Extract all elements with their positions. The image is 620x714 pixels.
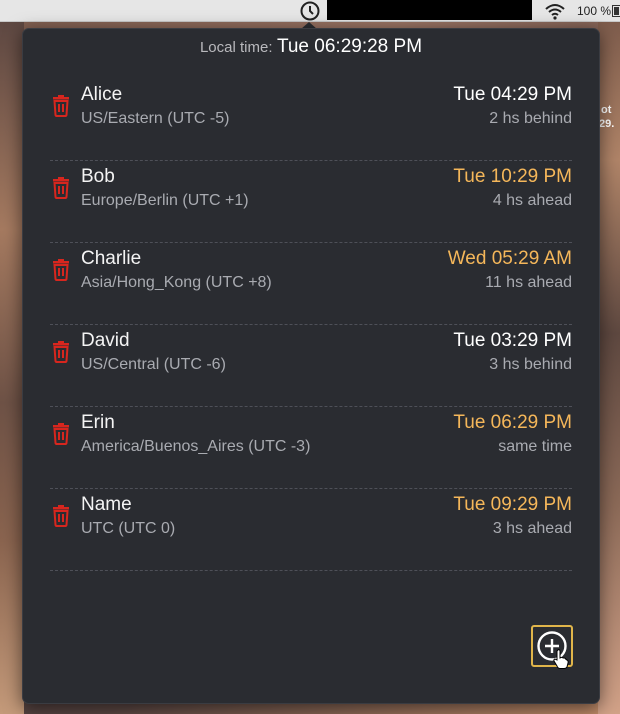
person-timezone: Europe/Berlin (UTC +1) — [81, 192, 249, 209]
person-row: Alice US/Eastern (UTC -5) Tue 04:29 PM 2… — [50, 80, 572, 161]
person-timezone: UTC (UTC 0) — [81, 520, 176, 537]
wifi-icon[interactable] — [544, 2, 566, 20]
person-row: David US/Central (UTC -6) Tue 03:29 PM 3… — [50, 326, 572, 407]
trash-icon[interactable] — [51, 93, 71, 117]
person-time: Tue 03:29 PM — [453, 330, 572, 351]
person-timezone: America/Buenos_Aires (UTC -3) — [81, 438, 311, 455]
hand-cursor-icon — [553, 649, 569, 669]
person-name: David — [81, 330, 130, 351]
person-time: Tue 06:29 PM — [453, 412, 572, 433]
clock-icon[interactable] — [299, 1, 321, 21]
time-difference: 11 hs ahead — [485, 274, 572, 291]
trash-icon[interactable] — [51, 339, 71, 363]
person-timezone: US/Central (UTC -6) — [81, 356, 226, 373]
trash-icon[interactable] — [51, 421, 71, 445]
time-difference: 2 hs behind — [489, 110, 572, 127]
desktop-background — [0, 22, 24, 714]
battery-icon[interactable] — [612, 5, 620, 17]
person-row: Erin America/Buenos_Aires (UTC -3) Tue 0… — [50, 408, 572, 489]
battery-percent: 100 % — [577, 4, 612, 18]
time-difference: 3 hs ahead — [492, 520, 572, 537]
time-difference: 4 hs ahead — [492, 192, 572, 209]
trash-icon[interactable] — [51, 257, 71, 281]
redacted-area — [327, 0, 532, 20]
local-time-label: Local time: — [199, 39, 273, 56]
trash-icon[interactable] — [51, 175, 71, 199]
person-row: Charlie Asia/Hong_Kong (UTC +8) Wed 05:2… — [50, 244, 572, 325]
local-time-value: Tue 06:29:28 PM — [276, 36, 423, 57]
timezone-popover: Local time: Tue 06:29:28 PM Alice US/Eas… — [22, 28, 600, 704]
person-row: Bob Europe/Berlin (UTC +1) Tue 10:29 PM … — [50, 162, 572, 243]
person-time: Wed 05:29 AM — [447, 248, 572, 269]
time-difference: 3 hs behind — [489, 356, 572, 373]
person-time: Tue 09:29 PM — [453, 494, 572, 515]
people-list: Alice US/Eastern (UTC -5) Tue 04:29 PM 2… — [50, 80, 572, 572]
person-timezone: Asia/Hong_Kong (UTC +8) — [81, 274, 272, 291]
person-row: Name UTC (UTC 0) Tue 09:29 PM 3 hs ahead — [50, 490, 572, 571]
person-name: Charlie — [81, 248, 142, 269]
trash-icon[interactable] — [51, 503, 71, 527]
desktop-text: ot — [601, 104, 612, 116]
person-name: Bob — [81, 166, 115, 187]
time-difference: same time — [498, 438, 572, 455]
person-time: Tue 04:29 PM — [453, 84, 572, 105]
person-timezone: US/Eastern (UTC -5) — [81, 110, 230, 127]
person-time: Tue 10:29 PM — [453, 166, 572, 187]
desktop-text: 29. — [599, 118, 615, 130]
person-name: Alice — [81, 84, 123, 105]
local-time-header: Local time: Tue 06:29:28 PM — [23, 36, 599, 58]
person-name: Name — [81, 494, 132, 515]
person-name: Erin — [81, 412, 115, 433]
menu-bar: 100 % — [0, 0, 620, 22]
